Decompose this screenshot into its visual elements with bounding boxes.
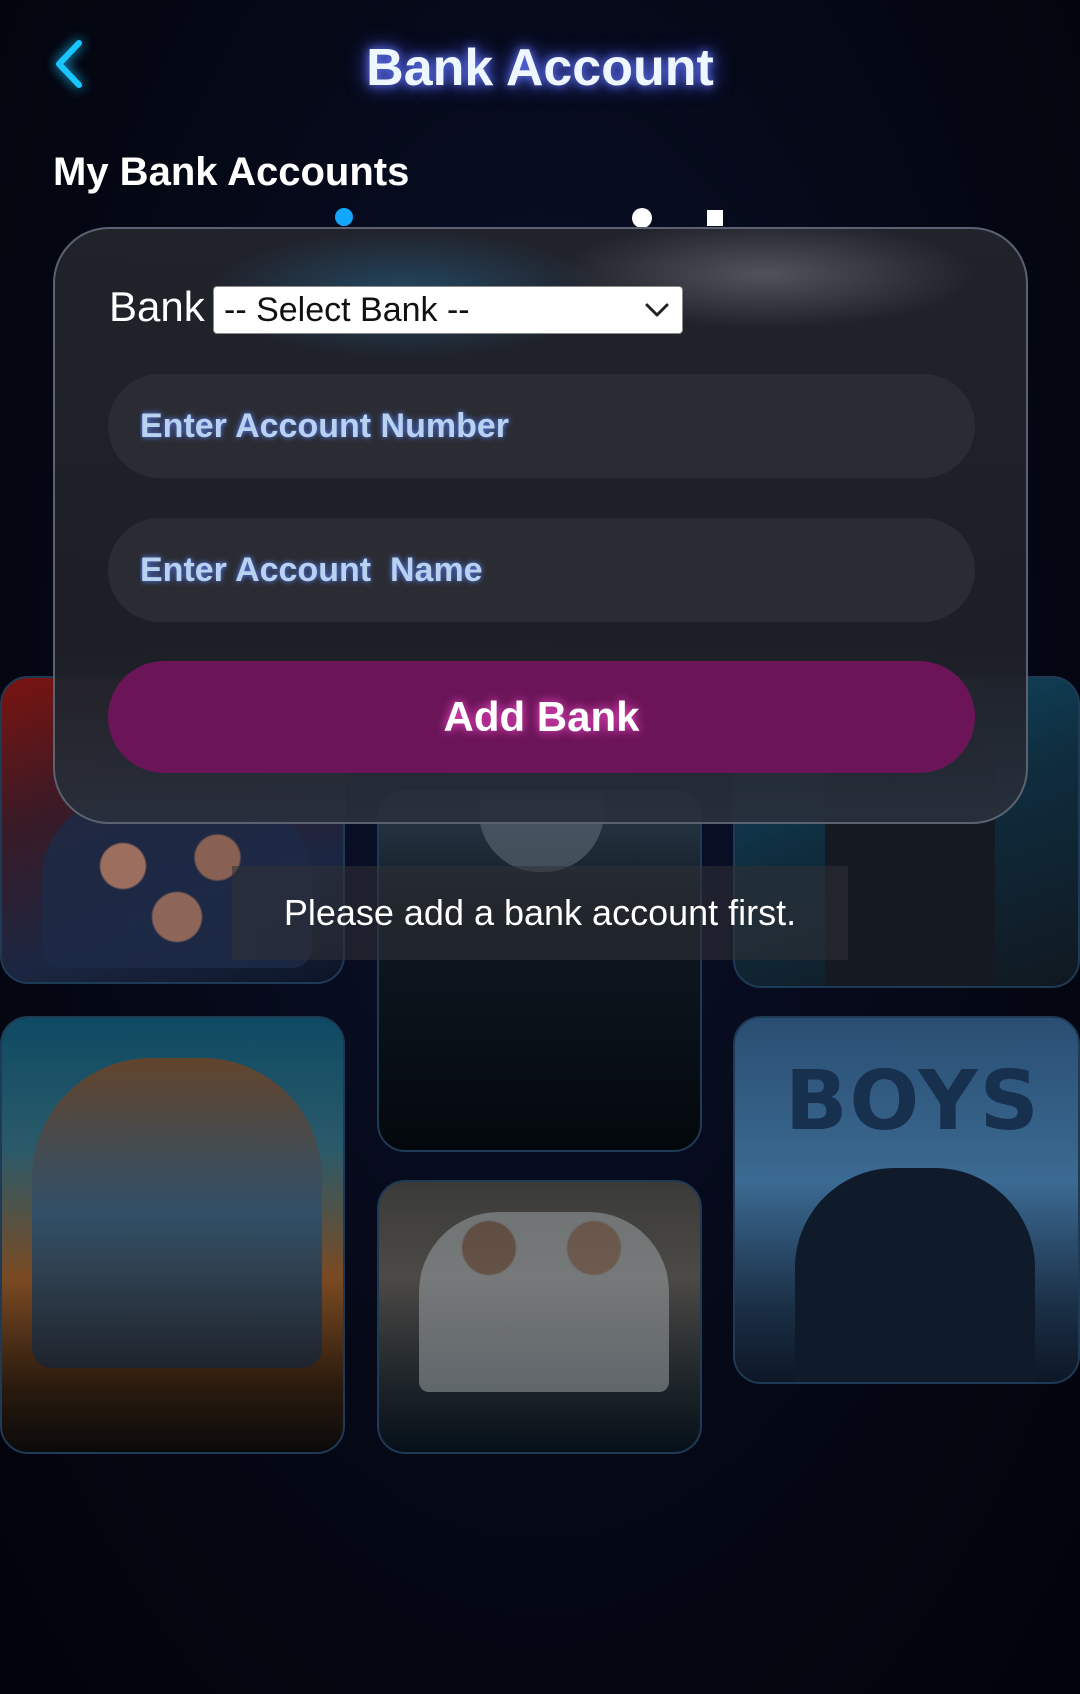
poster-title: BOYS	[785, 1054, 1041, 1149]
bank-label: Bank	[109, 283, 205, 330]
account-name-field[interactable]	[108, 518, 975, 622]
toast-message: Please add a bank account first.	[232, 866, 848, 960]
carousel-indicator-square	[707, 210, 723, 226]
poster-image	[32, 1058, 322, 1368]
section-title: My Bank Accounts	[53, 150, 410, 194]
poster-image	[419, 1212, 669, 1392]
app-header: Bank Account	[0, 0, 1080, 140]
add-bank-card: Bank -- Select Bank -- Add Bank	[53, 227, 1028, 824]
account-name-input[interactable]	[140, 550, 975, 590]
carousel-indicator-dot	[632, 208, 652, 228]
account-number-input[interactable]	[140, 406, 975, 446]
poster-card[interactable]	[377, 1180, 702, 1454]
bank-select-value: -- Select Bank --	[224, 290, 470, 329]
poster-card[interactable]: BOYS	[733, 1016, 1080, 1384]
poster-card[interactable]	[0, 1016, 345, 1454]
poster-image	[795, 1168, 1035, 1382]
bank-select[interactable]: -- Select Bank --	[213, 286, 683, 334]
poster-card[interactable]	[377, 790, 702, 1152]
page-title: Bank Account	[366, 39, 714, 97]
account-number-field[interactable]	[108, 374, 975, 478]
carousel-indicator-dot	[335, 208, 353, 226]
add-bank-button[interactable]: Add Bank	[108, 661, 975, 773]
